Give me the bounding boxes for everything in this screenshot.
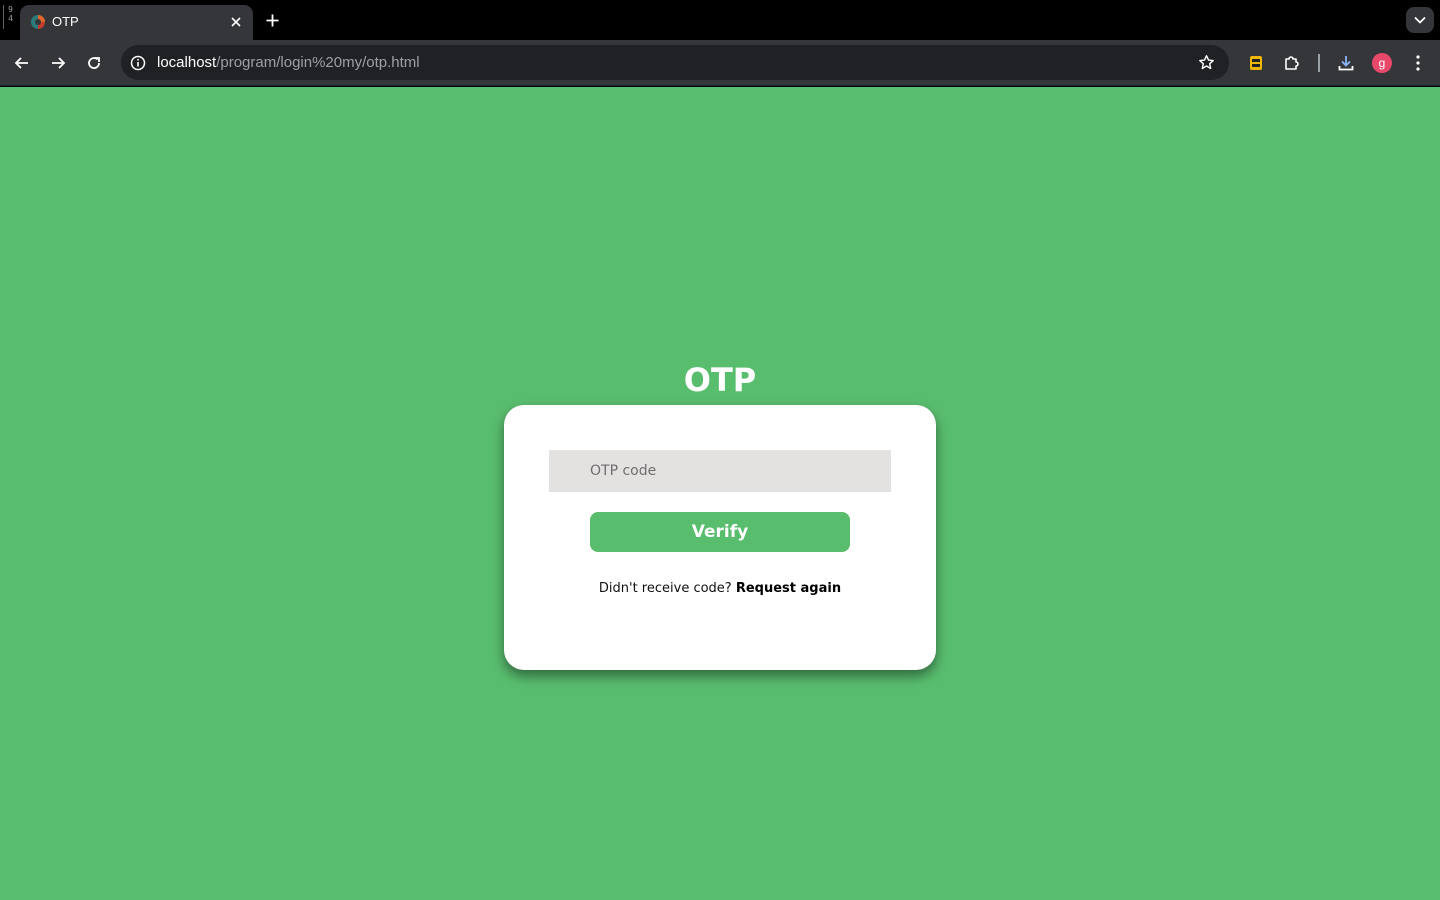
- reload-button[interactable]: [82, 51, 106, 75]
- resend-line: Didn't receive code? Request again: [504, 581, 936, 596]
- arrow-right-icon: [52, 57, 66, 69]
- url-host: localhost: [157, 54, 217, 71]
- resend-prompt: Didn't receive code?: [598, 581, 732, 596]
- page-title: OTP: [683, 361, 757, 399]
- url-text: localhost/program/login%20my/otp.html: [157, 53, 420, 72]
- otp-code-input[interactable]: [549, 450, 891, 492]
- otp-card: Verify Didn't receive code? Request agai…: [504, 405, 936, 670]
- arrow-left-icon: [14, 57, 28, 69]
- tab-strip: 9 4 OTP: [0, 0, 1440, 40]
- puzzle-icon[interactable]: [1280, 51, 1304, 75]
- plus-icon: [266, 14, 278, 26]
- info-icon[interactable]: [127, 52, 149, 74]
- tab-title: OTP: [52, 14, 79, 29]
- reload-icon: [88, 57, 100, 69]
- avatar[interactable]: g: [1372, 53, 1392, 73]
- chevron-down-icon: [1414, 16, 1426, 24]
- new-tab-button[interactable]: [261, 9, 283, 31]
- request-again-link[interactable]: Request again: [736, 581, 841, 596]
- extension-icon[interactable]: [1244, 51, 1268, 75]
- close-icon[interactable]: [226, 12, 246, 32]
- back-button[interactable]: [10, 51, 34, 75]
- favicon-icon: [30, 14, 46, 30]
- tab-otp[interactable]: OTP: [20, 5, 253, 40]
- browser-toolbar: localhost/program/login%20my/otp.html: [0, 40, 1440, 86]
- star-icon[interactable]: [1195, 51, 1217, 73]
- tab-search-button[interactable]: [1406, 7, 1434, 33]
- download-icon[interactable]: [1334, 51, 1358, 75]
- address-bar[interactable]: localhost/program/login%20my/otp.html: [121, 45, 1229, 80]
- toolbar-divider: [1318, 54, 1320, 72]
- forward-button[interactable]: [46, 51, 70, 75]
- verify-button[interactable]: Verify: [590, 512, 850, 552]
- page-background: OTP Verify Didn't receive code? Request …: [0, 87, 1440, 900]
- url-path: /program/login%20my/otp.html: [216, 54, 420, 71]
- workspace-indicator: 9 4: [3, 5, 17, 29]
- more-menu-icon[interactable]: [1406, 51, 1430, 75]
